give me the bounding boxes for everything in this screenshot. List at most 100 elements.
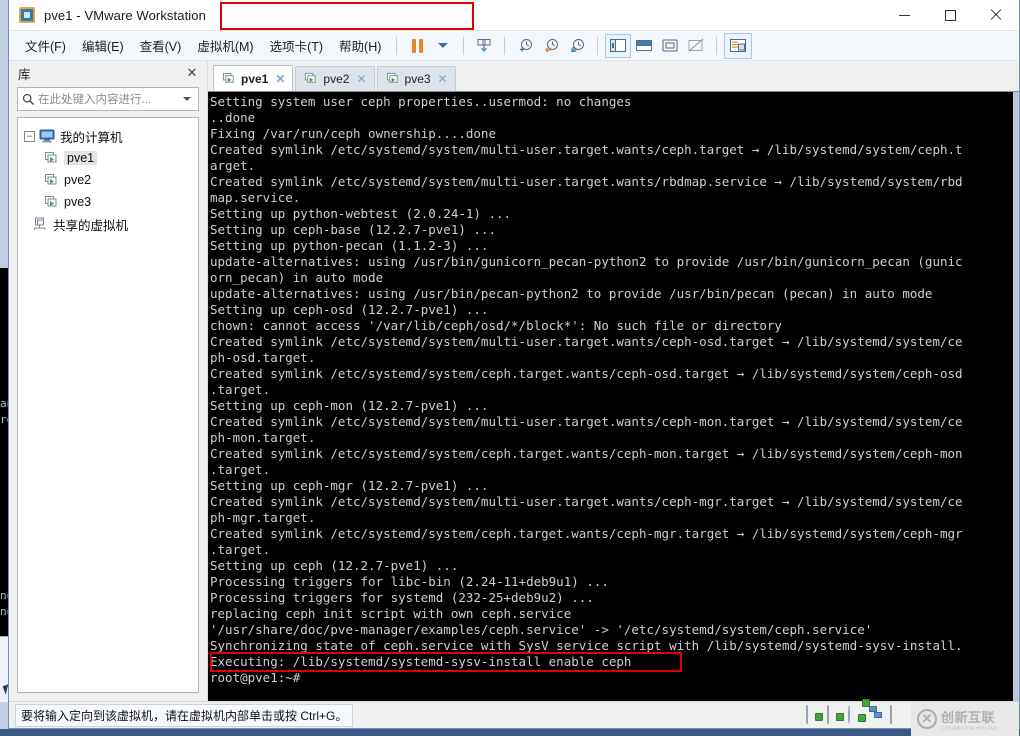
revert-snapshot-icon bbox=[545, 38, 559, 52]
watermark-title: 创新互联 bbox=[941, 709, 996, 725]
maximize-button[interactable] bbox=[927, 0, 973, 30]
tree-item-my-computer[interactable]: − 我的计算机 bbox=[18, 125, 198, 147]
terminal-line: Created symlink /etc/systemd/system/ceph… bbox=[210, 526, 963, 541]
watermark-text: 创新互联 CHUANGXIN HULIAN bbox=[941, 707, 997, 732]
power-dropdown-button[interactable] bbox=[430, 34, 456, 58]
main-content: 库 ✕ 在此处键入内容进行... − 我的计算机 pve1 pve2 pve3 … bbox=[9, 61, 1019, 701]
terminal-line: update-alternatives: using /usr/bin/peca… bbox=[210, 286, 933, 301]
terminal-line: map.service. bbox=[210, 190, 301, 205]
status-bar: 要将输入定向到该虚拟机，请在虚拟机内部单击或按 Ctrl+G。 ✕ 创新互联 C… bbox=[9, 701, 1019, 736]
library-close-icon[interactable]: ✕ bbox=[185, 65, 199, 81]
console-view-button[interactable] bbox=[631, 34, 657, 58]
vm-screen-scrollbar[interactable] bbox=[1013, 92, 1019, 701]
chevron-down-icon[interactable] bbox=[183, 97, 191, 101]
take-snapshot-icon bbox=[520, 38, 533, 51]
terminal-line: ..done bbox=[210, 110, 256, 125]
window-title: pve1 - VMware Workstation bbox=[44, 7, 206, 23]
network-adapter-icon[interactable] bbox=[869, 706, 886, 722]
terminal-line: Created symlink /etc/systemd/system/mult… bbox=[210, 142, 963, 157]
search-icon bbox=[22, 93, 34, 105]
terminal-line: .target. bbox=[210, 462, 271, 477]
tab-label: pve3 bbox=[404, 72, 431, 86]
my-computer-icon bbox=[39, 129, 55, 143]
tree-label: pve2 bbox=[64, 173, 92, 187]
library-header: 库 ✕ bbox=[9, 61, 207, 85]
terminal-line: Setting system user ceph properties..use… bbox=[210, 94, 632, 109]
library-search-box[interactable]: 在此处键入内容进行... bbox=[17, 87, 199, 111]
terminal-line: Setting up ceph-mon (12.2.7-pve1) ... bbox=[210, 398, 489, 413]
terminal-line: Setting up ceph-base (12.2.7-pve1) ... bbox=[210, 222, 496, 237]
tree-item-shared-vms[interactable]: 共享的虚拟机 bbox=[18, 213, 198, 235]
vm-console-screen[interactable]: Setting system user ceph properties..use… bbox=[208, 91, 1019, 701]
menu-view[interactable]: 查看(V) bbox=[132, 32, 190, 59]
library-sidebar: 库 ✕ 在此处键入内容进行... − 我的计算机 pve1 pve2 pve3 … bbox=[9, 61, 208, 701]
minimize-button[interactable] bbox=[881, 0, 927, 30]
terminal-line: ph-osd.target. bbox=[210, 350, 316, 365]
fullscreen-button[interactable] bbox=[657, 34, 683, 58]
thumbnail-view-icon bbox=[730, 39, 747, 52]
terminal-line: Setting up python-webtest (2.0.24-1) ... bbox=[210, 206, 512, 221]
tab-pve1[interactable]: pve1 ✕ bbox=[213, 65, 294, 91]
tree-item-pve2[interactable]: pve2 bbox=[18, 169, 198, 191]
menu-bar: 文件(F) 编辑(E) 查看(V) 虚拟机(M) 选项卡(T) 帮助(H) bbox=[9, 31, 1019, 61]
menu-tabs[interactable]: 选项卡(T) bbox=[262, 32, 331, 59]
terminal-line: Processing triggers for systemd (232-25+… bbox=[210, 590, 594, 605]
terminal-line: root@pve1:~# bbox=[210, 670, 301, 685]
terminal-line: Created symlink /etc/systemd/system/mult… bbox=[210, 494, 963, 509]
fullscreen-icon bbox=[662, 39, 678, 52]
terminal-line: Executing: /lib/systemd/systemd-sysv-ins… bbox=[210, 654, 632, 669]
pause-button[interactable] bbox=[404, 34, 430, 58]
tab-label: pve1 bbox=[241, 71, 269, 86]
tree-item-pve3[interactable]: pve3 bbox=[18, 191, 198, 213]
menu-edit[interactable]: 编辑(E) bbox=[74, 32, 132, 59]
status-message: 要将输入定向到该虚拟机，请在虚拟机内部单击或按 Ctrl+G。 bbox=[15, 703, 354, 727]
hard-disk-icon[interactable] bbox=[806, 705, 823, 724]
terminal-line: '/usr/share/doc/pve-manager/examples/cep… bbox=[210, 622, 873, 637]
chevron-down-icon bbox=[438, 43, 449, 48]
cd-dvd-icon[interactable] bbox=[848, 705, 865, 724]
vm-powered-on-icon bbox=[45, 195, 57, 206]
terminal-line: Setting up ceph-osd (12.2.7-pve1) ... bbox=[210, 302, 489, 317]
tab-pve3[interactable]: pve3 ✕ bbox=[376, 66, 456, 91]
console-view-icon bbox=[636, 40, 653, 51]
printer-icon[interactable] bbox=[890, 705, 907, 724]
terminal-line: chown: cannot access '/var/lib/ceph/osd/… bbox=[210, 318, 782, 333]
terminal-output[interactable]: Setting system user ceph properties..use… bbox=[208, 92, 1019, 701]
terminal-line: Setting up ceph (12.2.7-pve1) ... bbox=[210, 558, 459, 573]
snapshot-manager-icon bbox=[571, 38, 585, 52]
close-icon bbox=[990, 9, 1002, 21]
show-library-button[interactable] bbox=[605, 33, 632, 58]
menu-file[interactable]: 文件(F) bbox=[17, 32, 74, 59]
thumbnail-view-button[interactable] bbox=[724, 32, 753, 59]
snapshot-manager-button[interactable] bbox=[564, 34, 590, 58]
library-tree: − 我的计算机 pve1 pve2 pve3 共享的虚拟机 bbox=[17, 117, 199, 693]
vm-powered-on-icon bbox=[45, 173, 57, 184]
search-input[interactable]: 在此处键入内容进行... bbox=[38, 91, 183, 107]
tab-pve2[interactable]: pve2 ✕ bbox=[295, 66, 375, 91]
terminal-line: ph-mgr.target. bbox=[210, 510, 316, 525]
tab-area: pve1 ✕ pve2 ✕ pve3 ✕ Setting system user… bbox=[208, 61, 1019, 701]
menu-help[interactable]: 帮助(H) bbox=[331, 32, 389, 59]
terminal-line: Created symlink /etc/systemd/system/ceph… bbox=[210, 446, 963, 461]
tab-close-icon[interactable]: ✕ bbox=[356, 72, 366, 86]
take-snapshot-button[interactable] bbox=[512, 34, 538, 58]
hard-disk-icon[interactable] bbox=[827, 705, 844, 724]
unity-icon bbox=[688, 38, 704, 52]
unity-button[interactable] bbox=[683, 34, 709, 58]
pause-icon bbox=[411, 38, 423, 53]
terminal-line: Created symlink /etc/systemd/system/ceph… bbox=[210, 366, 963, 381]
status-device-icons bbox=[806, 705, 907, 724]
shared-vms-icon bbox=[34, 217, 46, 230]
tree-label: pve3 bbox=[64, 195, 92, 209]
tree-item-pve1[interactable]: pve1 bbox=[18, 147, 198, 169]
tree-label: 共享的虚拟机 bbox=[53, 218, 129, 233]
tab-close-icon[interactable]: ✕ bbox=[275, 72, 285, 86]
library-title: 库 bbox=[18, 67, 31, 82]
snapshot-button[interactable] bbox=[471, 34, 497, 58]
menu-vm[interactable]: 虚拟机(M) bbox=[189, 32, 261, 59]
terminal-line: Processing triggers for libc-bin (2.24-1… bbox=[210, 574, 609, 589]
revert-snapshot-button[interactable] bbox=[538, 34, 564, 58]
close-button[interactable] bbox=[973, 0, 1019, 30]
tab-close-icon[interactable]: ✕ bbox=[438, 72, 448, 86]
expander-icon[interactable]: − bbox=[24, 130, 35, 142]
